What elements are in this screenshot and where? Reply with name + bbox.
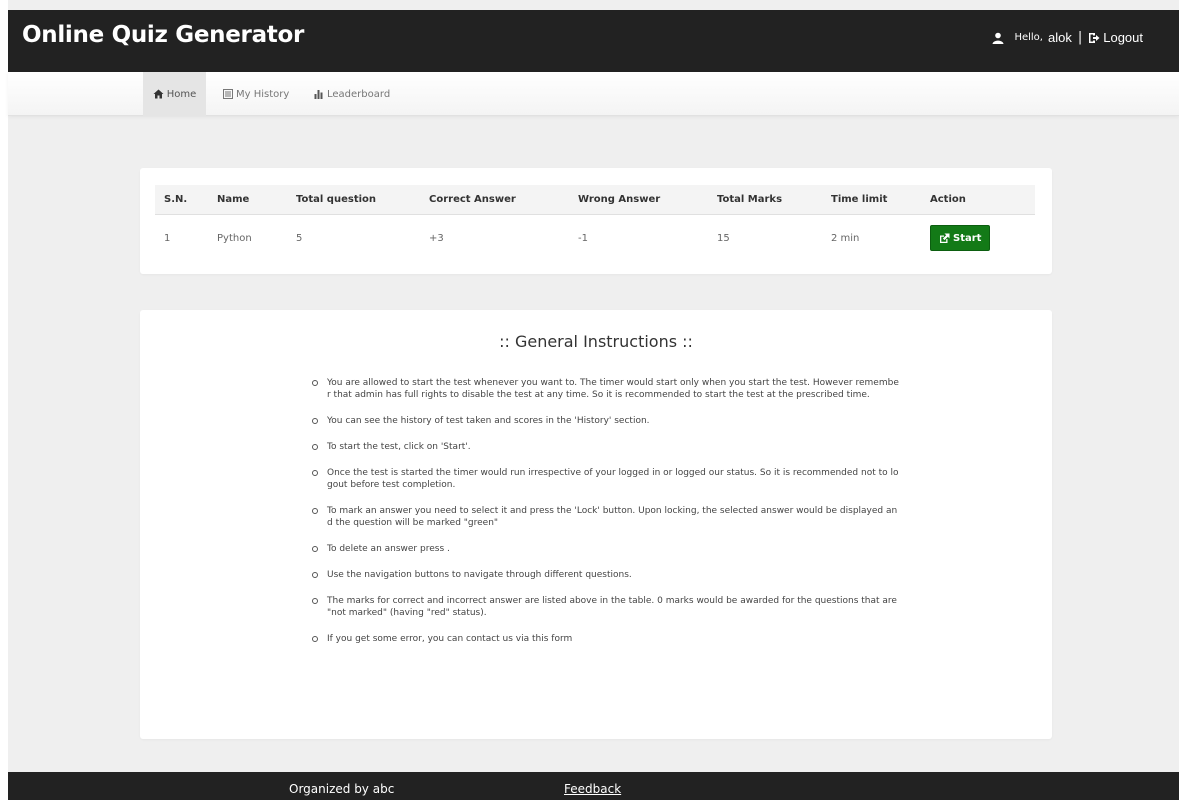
nav-label-leaderboard: Leaderboard bbox=[327, 88, 391, 100]
nav-item-my-history[interactable]: My History bbox=[223, 72, 289, 116]
brand-title: Online Quiz Generator bbox=[22, 22, 305, 48]
cell-wrong-answer: -1 bbox=[578, 232, 588, 244]
logout-icon bbox=[1089, 32, 1100, 43]
quiz-table: S.N. Name Total question Correct Answer … bbox=[155, 185, 1035, 261]
nav-item-leaderboard[interactable]: Leaderboard bbox=[314, 72, 390, 116]
table-header: S.N. Name Total question Correct Answer … bbox=[155, 185, 1035, 215]
bar-chart-icon bbox=[314, 90, 323, 99]
list-item: You can see the history of test taken an… bbox=[310, 415, 900, 427]
list-item: To delete an answer press . bbox=[310, 543, 900, 555]
user-icon bbox=[992, 32, 1004, 44]
hello-text: Hello, bbox=[1014, 32, 1043, 43]
column-header: Wrong Answer bbox=[578, 194, 661, 205]
logout-link[interactable]: Logout bbox=[1088, 30, 1143, 45]
list-item: To mark an answer you need to select it … bbox=[310, 505, 900, 529]
cell-action: Start bbox=[930, 215, 991, 261]
user-box: Hello, alok | Logout bbox=[992, 30, 1143, 45]
nav-label-home: Home bbox=[166, 88, 197, 100]
cell-correct-answer: +3 bbox=[429, 232, 444, 244]
top-header: Online Quiz Generator Hello, alok | Logo… bbox=[8, 10, 1179, 72]
start-label: Start bbox=[953, 232, 982, 244]
instructions-title: :: General Instructions :: bbox=[499, 332, 693, 351]
instructions-card: :: General Instructions :: You are allow… bbox=[140, 310, 1052, 739]
start-button[interactable]: Start bbox=[930, 225, 991, 251]
list-item: Once the test is started the timer would… bbox=[310, 467, 900, 491]
list-item: To start the test, click on 'Start'. bbox=[310, 441, 900, 453]
organized-by-text: Organized by abc bbox=[289, 782, 395, 796]
column-header: Total question bbox=[296, 194, 377, 205]
list-item: You are allowed to start the test whenev… bbox=[310, 377, 900, 401]
page-frame: Online Quiz Generator Hello, alok | Logo… bbox=[8, 0, 1179, 800]
column-header: S.N. bbox=[164, 194, 188, 205]
cell-name: Python bbox=[217, 232, 252, 244]
username: alok bbox=[1047, 30, 1072, 45]
list-item: The marks for correct and incorrect answ… bbox=[310, 595, 900, 619]
logout-label: Logout bbox=[1103, 30, 1143, 45]
instructions-list: You are allowed to start the test whenev… bbox=[310, 377, 900, 659]
cell-time-limit: 2 min bbox=[831, 232, 860, 244]
cell-total-question: 5 bbox=[296, 232, 303, 244]
cell-total-marks: 15 bbox=[717, 232, 730, 244]
nav-item-home[interactable]: Home bbox=[143, 72, 206, 116]
nav-bar: Home My History Leaderboard bbox=[8, 72, 1179, 116]
column-header: Action bbox=[930, 194, 966, 205]
list-item: If you get some error, you can contact u… bbox=[310, 633, 900, 645]
external-link-icon bbox=[940, 233, 950, 243]
footer: Organized by abc Feedback bbox=[8, 772, 1179, 800]
nav-label-my-history: My History bbox=[236, 88, 290, 100]
column-header: Correct Answer bbox=[429, 194, 516, 205]
column-header: Time limit bbox=[831, 194, 888, 205]
quiz-card: S.N. Name Total question Correct Answer … bbox=[140, 168, 1052, 274]
column-header: Total Marks bbox=[717, 194, 783, 205]
feedback-link[interactable]: Feedback bbox=[564, 782, 621, 796]
separator: | bbox=[1077, 30, 1083, 45]
list-item: Use the navigation buttons to navigate t… bbox=[310, 569, 900, 581]
home-icon bbox=[153, 89, 164, 99]
table-row: 1 Python 5 +3 -1 15 2 min Start bbox=[155, 215, 1035, 261]
list-icon bbox=[223, 89, 233, 99]
cell-sn: 1 bbox=[164, 232, 171, 244]
column-header: Name bbox=[217, 194, 250, 205]
